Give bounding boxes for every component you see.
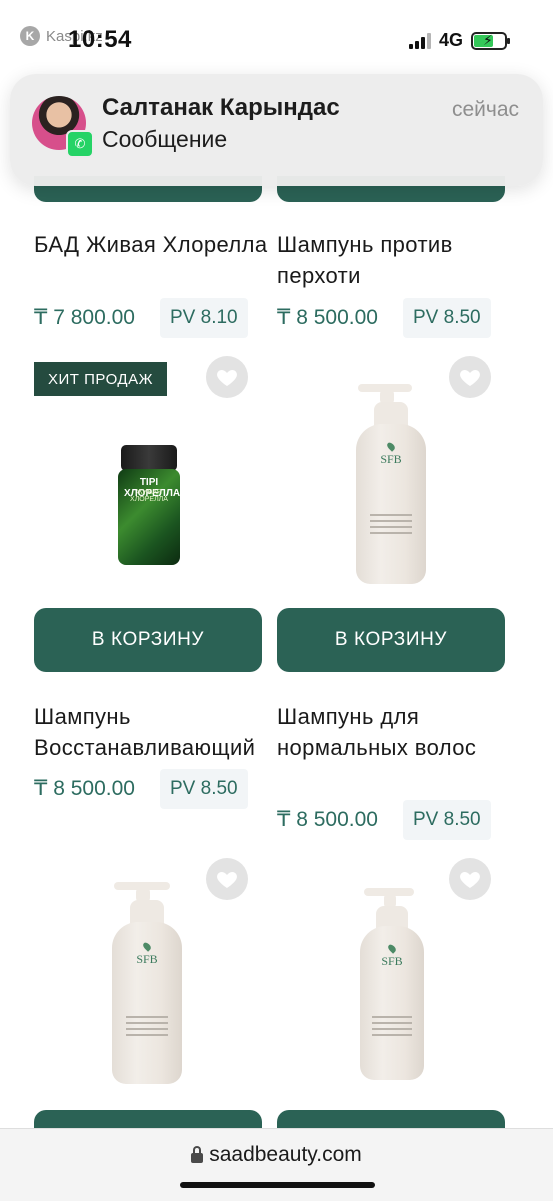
favorite-button[interactable] (449, 356, 491, 398)
status-bar: K Kaspi.kz 10:54 4G ⚡ (0, 0, 553, 70)
product-image-shampoo-bottle[interactable]: SFB (356, 384, 426, 584)
status-time: 10:54 (68, 26, 132, 53)
bestseller-badge: ХИТ ПРОДАЖ (34, 362, 167, 396)
product-price: ₸ 7 800.00 (34, 306, 135, 329)
product-image-chlorella-jar[interactable]: ТІРІ ХЛОРЕЛЛА ЖИВАЯ ХЛОРЕЛЛА (118, 445, 180, 565)
product-pv: PV 8.50 (403, 800, 491, 840)
bottle-brand-logo: SFB (381, 954, 403, 968)
favorite-button[interactable] (206, 858, 248, 900)
product-price: ₸ 8 500.00 (34, 777, 135, 800)
message-notification[interactable]: ✆ Салтанак Карындас Сообщение сейчас (10, 74, 543, 186)
notification-time: сейчас (451, 98, 519, 121)
kaspi-app-icon: K (20, 26, 40, 46)
lock-icon (191, 1145, 204, 1163)
network-type: 4G (438, 30, 463, 50)
product-title[interactable]: Шампунь против перхоти (277, 229, 517, 291)
url-text[interactable]: saadbeauty.com (209, 1143, 362, 1167)
heart-icon (460, 370, 480, 386)
bottle-brand-logo: SFB (380, 452, 402, 466)
cellular-signal-icon (408, 32, 431, 49)
product-title[interactable]: Шампунь Восстанавливающий (34, 701, 304, 763)
add-to-cart-button[interactable]: В КОРЗИНУ (277, 608, 505, 672)
heart-icon (217, 370, 237, 386)
product-title[interactable]: Шампунь для нормальных волос (277, 701, 497, 763)
jar-label-sub: ЖИВАЯ ХЛОРЕЛЛА (130, 489, 168, 503)
bottle-brand-logo: SFB (136, 952, 158, 966)
product-pv: PV 8.50 (160, 769, 248, 809)
product-price: ₸ 8 500.00 (277, 306, 378, 329)
heart-icon (217, 872, 237, 888)
product-pv: PV 8.10 (160, 298, 248, 338)
status-indicators: 4G ⚡ (408, 30, 510, 51)
add-to-cart-button[interactable]: В КОРЗИНУ (34, 608, 262, 672)
browser-address-bar[interactable]: saadbeauty.com (0, 1128, 553, 1201)
product-image-shampoo-bottle[interactable]: SFB (112, 882, 182, 1084)
home-indicator[interactable] (180, 1182, 375, 1188)
whatsapp-icon: ✆ (66, 130, 94, 158)
battery-charging-icon: ⚡ (471, 31, 510, 50)
favorite-button[interactable] (449, 858, 491, 900)
product-title[interactable]: БАД Живая Хлорелла (34, 229, 274, 260)
product-price: ₸ 8 500.00 (277, 808, 378, 831)
heart-icon (460, 872, 480, 888)
notification-message: Сообщение (102, 126, 228, 152)
notification-sender: Салтанак Карындас (102, 94, 340, 121)
product-pv: PV 8.50 (403, 298, 491, 338)
product-image-shampoo-bottle[interactable]: SFB (360, 888, 424, 1080)
favorite-button[interactable] (206, 356, 248, 398)
